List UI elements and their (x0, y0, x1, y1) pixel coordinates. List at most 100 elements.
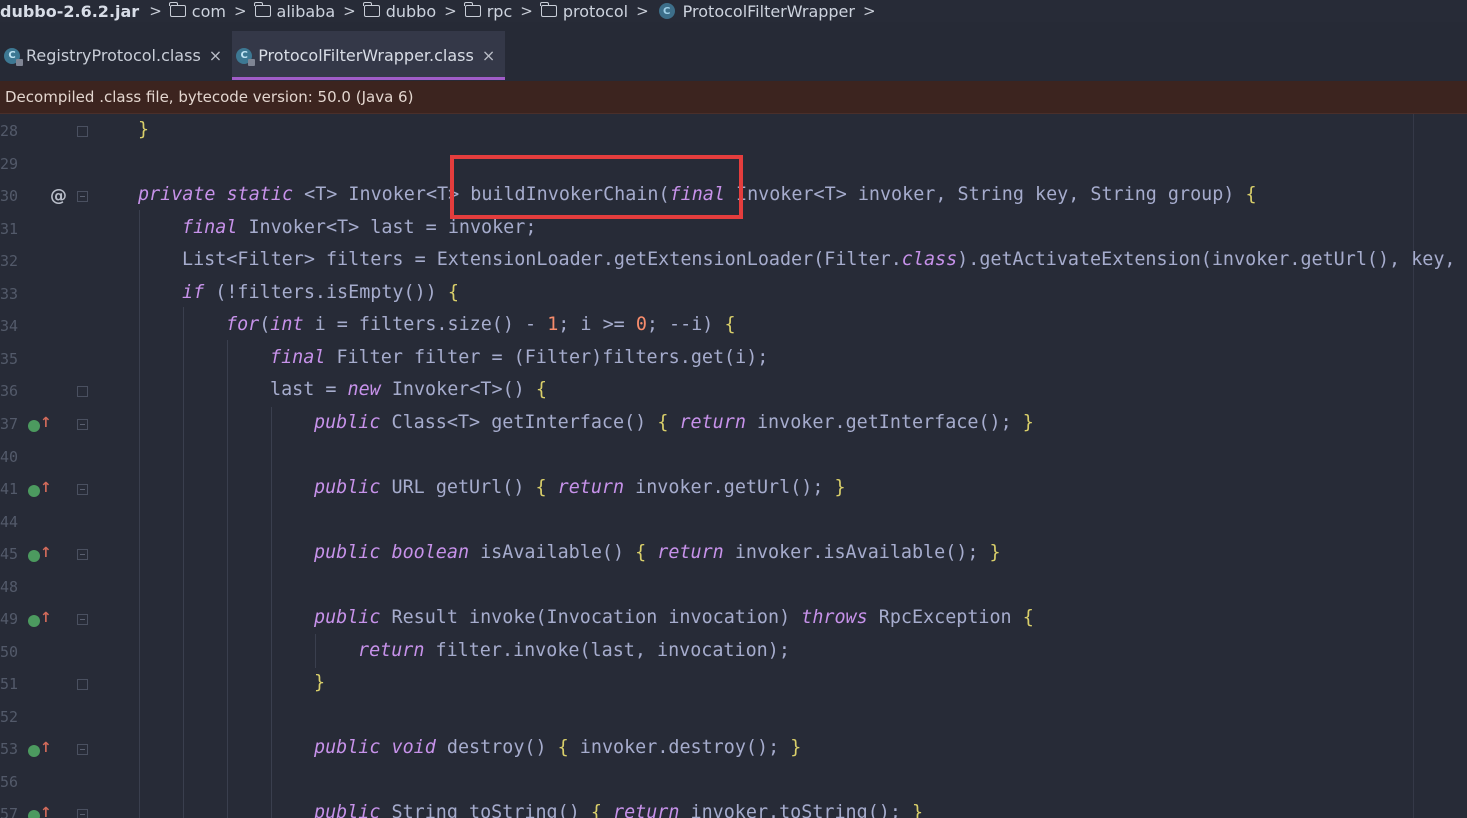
breadcrumb-folder-rpc[interactable]: rpc (461, 2, 512, 21)
fold-end-icon[interactable] (77, 386, 88, 397)
keyword-token: public (314, 477, 381, 498)
code-token: getUrl (435, 477, 503, 498)
breadcrumb-folder-dubbo[interactable]: dubbo (360, 2, 436, 21)
code-editor[interactable]: 28 29 30 31 32 33 34 35 36 37 40 41 44 45 48 49 50 51 52 53… (0, 114, 1467, 818)
code-token: last (270, 379, 315, 400)
tab-label: RegistryProtocol.class (26, 46, 201, 65)
line-number: 36 (0, 382, 19, 400)
override-icon[interactable] (28, 420, 40, 432)
code-token: , (1068, 184, 1080, 205)
code-line[interactable]: public Result invoke(Invocation invocati… (314, 602, 1034, 634)
brace-token: } (314, 672, 326, 693)
code-token: filters (237, 282, 315, 303)
code-token: invoker (734, 542, 813, 563)
code-line[interactable]: public void destroy() { invoker.destroy(… (314, 732, 801, 764)
code-token: ExtensionLoader (436, 249, 603, 270)
code-token: invoker (635, 477, 713, 498)
fold-icon[interactable] (77, 484, 88, 495)
tab-protocol-filter-wrapper[interactable]: C ProtocolFilterWrapper.class × (232, 31, 506, 80)
code-token: < (226, 249, 238, 270)
code-line[interactable]: public URL getUrl() { return invoker.get… (314, 472, 846, 504)
annotation-icon[interactable]: @ (50, 186, 67, 206)
fold-icon[interactable] (77, 419, 88, 430)
code-token: ) (989, 412, 1001, 433)
fold-icon[interactable] (77, 809, 88, 818)
code-line[interactable]: public String toString() { return invoke… (314, 797, 923, 818)
code-token: getUrl (1300, 249, 1367, 270)
code-token: T (315, 184, 327, 205)
override-icon[interactable] (28, 810, 40, 818)
code-line[interactable]: } (138, 114, 149, 146)
class-icon: C (658, 3, 675, 19)
brace-token: { (590, 802, 602, 818)
code-line[interactable]: } (314, 667, 325, 699)
code-line[interactable]: last = new Invoker<T>() { (270, 374, 547, 406)
override-icon[interactable] (28, 550, 40, 562)
close-icon[interactable]: × (482, 46, 495, 65)
code-token: ) (502, 314, 514, 335)
chevron-right-icon: > (636, 2, 649, 20)
code-token: Invoker (348, 184, 426, 205)
code-token: - (680, 314, 692, 335)
keyword-token: return (679, 412, 746, 433)
breadcrumb-folder-alibaba[interactable]: alibaba (251, 2, 335, 21)
breadcrumb-folder-com[interactable]: com (166, 2, 226, 21)
code-token: = (491, 347, 503, 368)
override-icon[interactable] (28, 485, 40, 497)
indent-guide (227, 340, 228, 818)
code-line[interactable]: if (!filters.isEmpty()) { (182, 277, 459, 309)
code-token: ( (557, 802, 569, 818)
fold-end-icon[interactable] (77, 126, 88, 137)
code-token: ( (978, 412, 990, 433)
override-icon[interactable] (28, 615, 40, 627)
code-line[interactable]: public Class<T> getInterface() { return … (314, 407, 1034, 439)
keyword-token: return (358, 640, 425, 661)
override-icon[interactable] (28, 745, 40, 757)
fold-end-icon[interactable] (77, 679, 88, 690)
code-token: Filter (336, 347, 403, 368)
fold-icon[interactable] (77, 614, 88, 625)
code-token: . (657, 737, 669, 758)
indent-guide (183, 307, 184, 818)
banner-text: Decompiled .class file, bytecode version… (5, 88, 414, 106)
code-line[interactable]: return filter.invoke(last, invocation); (358, 635, 790, 667)
code-line[interactable]: final Filter filter = (Filter)filters.ge… (270, 342, 768, 374)
close-icon[interactable]: × (209, 46, 222, 65)
tab-registry-protocol[interactable]: C RegistryProtocol.class × (0, 31, 232, 80)
keyword-token: public (314, 542, 381, 563)
line-number: 32 (0, 252, 19, 270)
breadcrumb-jar[interactable]: dubbo-2.6.2.jar (0, 2, 139, 21)
brace-token: { (1245, 184, 1257, 205)
code-line[interactable]: List<Filter> filters = ExtensionLoader.g… (182, 244, 1467, 276)
code-token: isEmpty (325, 282, 404, 303)
code-token: ; (525, 217, 537, 238)
code-line[interactable]: public boolean isAvailable() { return in… (314, 537, 1001, 569)
brace-token: { (1022, 607, 1034, 628)
fold-icon[interactable] (77, 744, 88, 755)
line-number: 29 (0, 155, 19, 173)
keyword-token: static (226, 184, 294, 205)
code-token: . (679, 347, 691, 368)
breadcrumb-folder-protocol[interactable]: protocol (537, 2, 628, 21)
code-token: . (314, 282, 326, 303)
breadcrumb-class[interactable]: C ProtocolFilterWrapper (653, 2, 855, 21)
code-token: String (1090, 184, 1157, 205)
fold-icon[interactable] (77, 549, 88, 560)
fold-icon[interactable] (77, 191, 88, 202)
code-token: isAvailable (823, 542, 946, 563)
code-line[interactable]: for(int i = filters.size() - 1; i >= 0; … (226, 309, 736, 341)
